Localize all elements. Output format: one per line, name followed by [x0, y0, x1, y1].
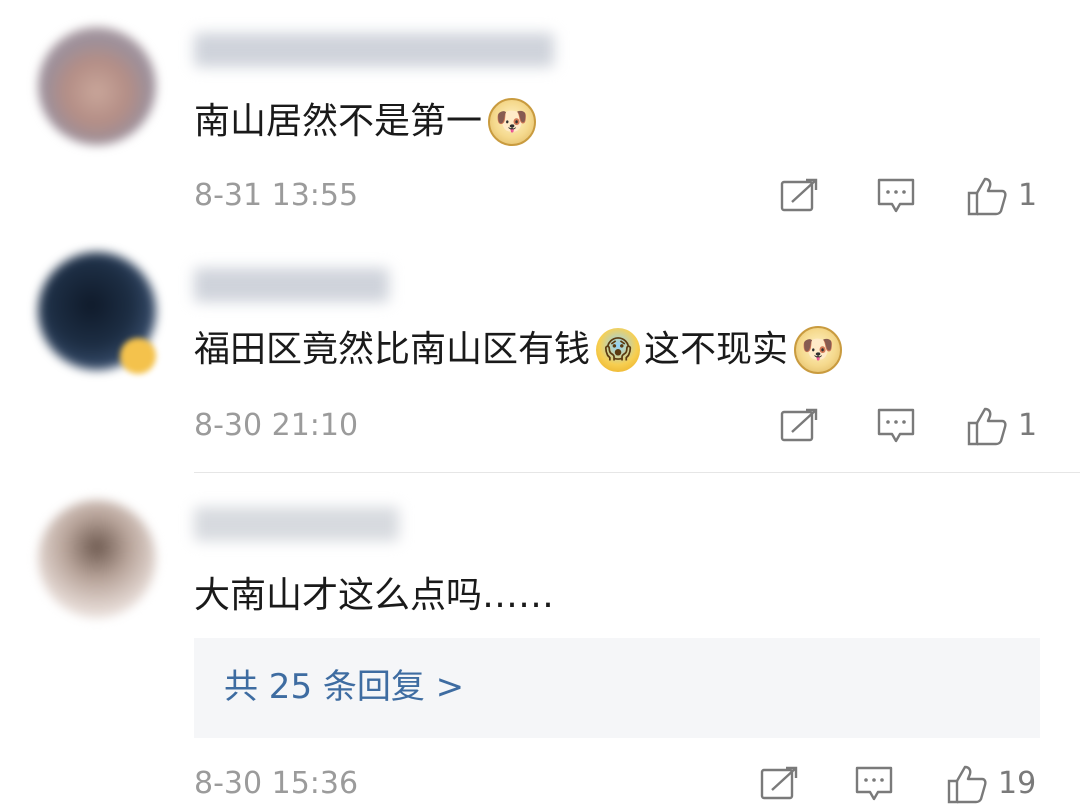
comment-meta: 8-30 15:36 19	[194, 764, 1040, 804]
like-count: 1	[1018, 178, 1038, 213]
like-button[interactable]: 1	[966, 406, 1037, 446]
comment-text-continuation: 这不现实	[644, 329, 789, 370]
thumbs-up-icon	[947, 765, 987, 804]
repost-button[interactable]	[760, 764, 800, 804]
repost-button[interactable]	[780, 406, 820, 446]
comment-button[interactable]	[876, 406, 916, 446]
timestamp: 8-31 13:55	[194, 178, 359, 213]
comment-text-content: 福田区竟然比南山区有钱	[194, 329, 591, 370]
username-blurred[interactable]	[194, 268, 389, 302]
thumbs-up-icon	[967, 407, 1007, 446]
scream-emoji-icon: 😱	[596, 328, 641, 372]
comment-text-content: 大南山才这么点吗……	[194, 575, 555, 616]
like-count: 19	[998, 766, 1037, 801]
repost-icon	[760, 766, 798, 800]
doge-emoji-icon: 🐶	[488, 98, 537, 146]
repost-icon	[780, 178, 818, 212]
avatar[interactable]	[38, 500, 156, 618]
comment-text: 南山居然不是第一 🐶	[194, 98, 540, 146]
repost-button[interactable]	[780, 176, 820, 216]
thumbs-up-icon	[967, 177, 1007, 216]
comment-button[interactable]	[876, 176, 916, 216]
comment-meta: 8-31 13:55 1	[194, 176, 1040, 216]
view-replies-link[interactable]: 共 25 条回复 >	[224, 665, 464, 709]
comment-text-content: 南山居然不是第一	[194, 101, 483, 142]
avatar[interactable]	[38, 27, 156, 145]
divider	[194, 472, 1080, 473]
comment-icon	[855, 766, 893, 801]
like-count: 1	[1018, 408, 1038, 443]
timestamp: 8-30 21:10	[194, 408, 359, 443]
doge-emoji-icon: 🐶	[794, 326, 843, 374]
comment-meta: 8-30 21:10 1	[194, 406, 1040, 446]
comment-icon	[877, 178, 915, 213]
like-button[interactable]: 19	[946, 764, 1036, 804]
like-button[interactable]: 1	[966, 176, 1037, 216]
timestamp: 8-30 15:36	[194, 766, 359, 801]
comment-icon	[877, 408, 915, 443]
username-blurred[interactable]	[194, 33, 554, 67]
comment-button[interactable]	[854, 764, 894, 804]
verified-badge	[120, 338, 156, 374]
comment-text: 福田区竟然比南山区有钱 😱 这不现实 🐶	[194, 326, 846, 374]
username-blurred[interactable]	[194, 507, 399, 541]
repost-icon	[780, 408, 818, 442]
reply-preview-box[interactable]: 共 25 条回复 >	[194, 638, 1040, 738]
comment-text: 大南山才这么点吗……	[194, 574, 554, 618]
